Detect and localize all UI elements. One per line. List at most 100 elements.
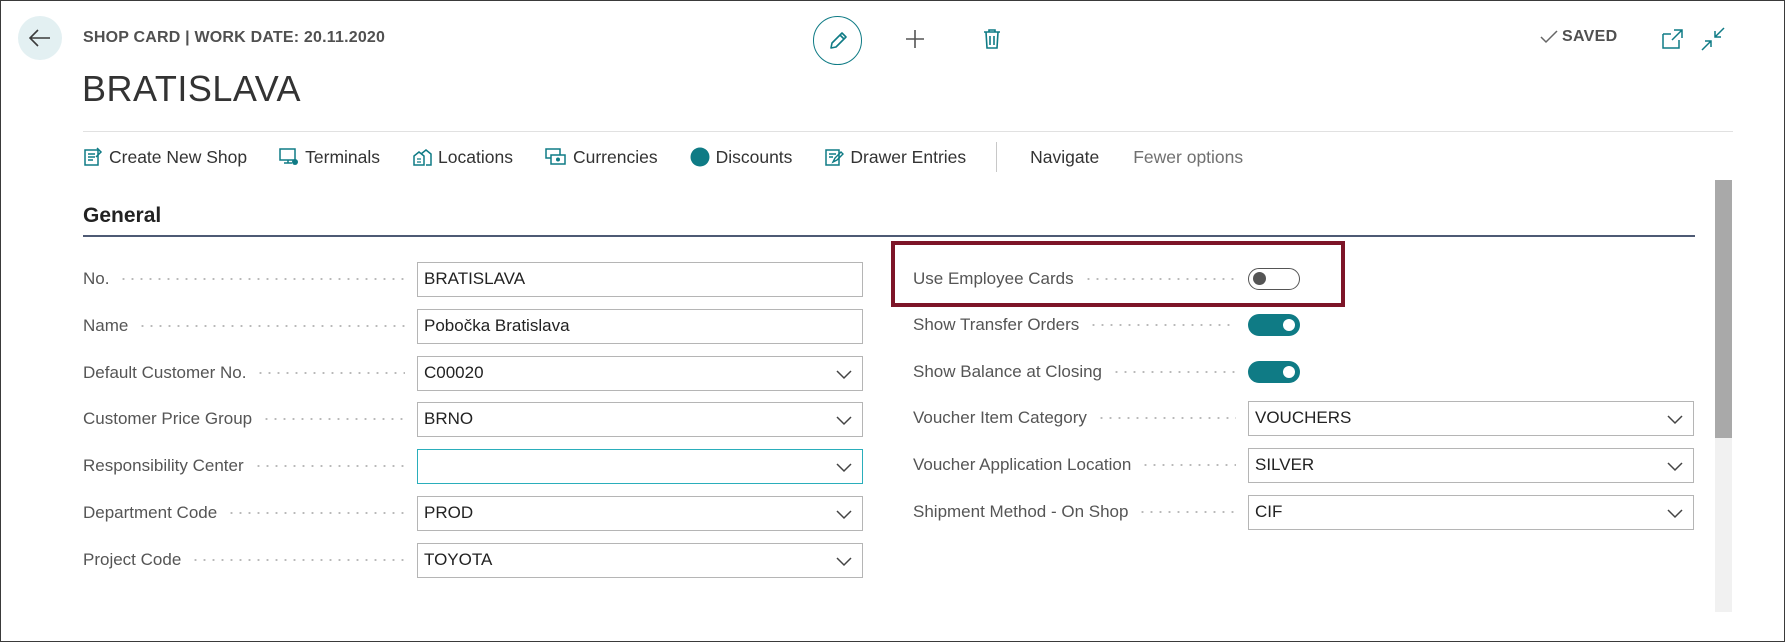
chevron-down-icon[interactable]	[836, 367, 852, 381]
leader-dots	[227, 512, 405, 514]
show-transfer-orders-toggle[interactable]	[1248, 314, 1300, 336]
scrollbar-thumb[interactable]	[1715, 180, 1732, 438]
navigate-action[interactable]: Navigate	[1030, 147, 1099, 168]
field-label: Show Transfer Orders	[913, 315, 1080, 334]
toggle-knob	[1283, 319, 1295, 331]
input-value: C00020	[424, 363, 484, 382]
leader-dots	[191, 559, 405, 561]
field-label: Responsibility Center	[83, 456, 244, 475]
action-label: Terminals	[305, 146, 381, 167]
field-label: Department Code	[83, 503, 218, 522]
navigate-label: Navigate	[1030, 146, 1100, 167]
field-label: Default Customer No.	[83, 363, 247, 382]
collapse-button[interactable]	[1700, 26, 1726, 52]
currencies-icon	[545, 148, 566, 165]
create-shop-icon	[84, 147, 103, 166]
create-new-shop-action[interactable]: Create New Shop	[83, 147, 247, 168]
input-value: CIF	[1255, 502, 1283, 521]
field-label: Customer Price Group	[83, 409, 253, 428]
page-title: BRATISLAVA	[82, 68, 302, 109]
leader-dots	[1083, 278, 1236, 280]
field-project-code: Project Code TOYOTA	[83, 542, 863, 578]
field-label: Use Employee Cards	[913, 269, 1074, 288]
chevron-down-icon[interactable]	[1667, 412, 1683, 426]
chevron-down-icon[interactable]	[836, 507, 852, 521]
no-input[interactable]: BRATISLAVA	[417, 261, 863, 297]
section-divider	[83, 235, 1695, 237]
toggle-knob	[1283, 366, 1295, 378]
delete-button[interactable]	[975, 22, 1009, 56]
fewer-options-label: Fewer options	[1133, 146, 1244, 167]
leader-dots	[138, 325, 405, 327]
terminal-icon	[279, 148, 299, 165]
locations-action[interactable]: Locations	[412, 147, 513, 168]
locations-icon	[413, 149, 432, 166]
use-employee-cards-toggle[interactable]	[1248, 268, 1300, 290]
back-arrow-icon	[29, 29, 50, 47]
action-label: Drawer Entries	[850, 146, 967, 167]
leader-dots	[1141, 464, 1236, 466]
input-value: PROD	[424, 503, 474, 522]
drawer-entries-action[interactable]: Drawer Entries	[824, 147, 966, 168]
back-button[interactable]	[18, 16, 62, 60]
field-label: Name	[83, 316, 129, 335]
action-label: Create New Shop	[109, 146, 248, 167]
field-show-transfer-orders: Show Transfer Orders	[913, 307, 1300, 343]
field-no: No. BRATISLAVA	[83, 261, 863, 297]
action-label: Discounts	[715, 146, 793, 167]
responsibility-center-select[interactable]	[417, 448, 863, 484]
default-customer-no-select[interactable]: C00020	[417, 355, 863, 391]
input-value: BRNO	[424, 409, 474, 428]
show-balance-at-closing-toggle[interactable]	[1248, 361, 1300, 383]
toggle-knob	[1253, 272, 1266, 285]
open-new-window-button[interactable]	[1660, 26, 1686, 52]
section-title-general[interactable]: General	[83, 204, 161, 228]
field-label: Voucher Application Location	[913, 455, 1132, 474]
field-department-code: Department Code PROD	[83, 495, 863, 531]
chevron-down-icon[interactable]	[836, 554, 852, 568]
action-bar: Create New Shop Terminals Locations Curr…	[83, 142, 1275, 172]
field-label: Show Balance at Closing	[913, 362, 1103, 381]
discounts-action[interactable]: Discounts	[690, 146, 793, 168]
chevron-down-icon[interactable]	[1667, 506, 1683, 520]
currencies-action[interactable]: Currencies	[545, 147, 658, 168]
collapse-icon	[1701, 27, 1725, 51]
field-name: Name Pobočka Bratislava	[83, 308, 863, 344]
terminals-action[interactable]: Terminals	[279, 147, 380, 168]
fewer-options-action[interactable]: Fewer options	[1133, 147, 1243, 168]
voucher-application-location-select[interactable]: SILVER	[1248, 447, 1694, 483]
header-divider	[83, 131, 1733, 132]
chevron-down-icon[interactable]	[1667, 459, 1683, 473]
drawer-entries-icon	[825, 149, 845, 166]
leader-dots	[1089, 324, 1236, 326]
leader-dots	[1138, 511, 1236, 513]
field-voucher-item-category: Voucher Item Category VOUCHERS	[913, 400, 1694, 436]
voucher-item-category-select[interactable]: VOUCHERS	[1248, 400, 1694, 436]
page-caption: SHOP CARD | WORK DATE: 20.11.2020	[83, 29, 386, 46]
new-button[interactable]	[898, 22, 932, 56]
department-code-select[interactable]: PROD	[417, 495, 863, 531]
name-input[interactable]: Pobočka Bratislava	[417, 308, 863, 344]
pencil-icon	[829, 31, 847, 49]
leader-dots	[119, 278, 405, 280]
action-separator	[996, 142, 998, 172]
edit-button[interactable]	[813, 16, 862, 65]
plus-icon	[906, 30, 924, 48]
customer-price-group-select[interactable]: BRNO	[417, 401, 863, 437]
shipment-method-on-shop-select[interactable]: CIF	[1248, 494, 1694, 530]
saved-label: SAVED	[1562, 28, 1618, 45]
input-value: TOYOTA	[424, 550, 493, 569]
leader-dots	[1112, 371, 1236, 373]
chevron-down-icon[interactable]	[836, 460, 852, 474]
field-responsibility-center: Responsibility Center	[83, 448, 863, 484]
action-label: Currencies	[572, 146, 658, 167]
chevron-down-icon[interactable]	[836, 413, 852, 427]
field-voucher-application-location: Voucher Application Location SILVER	[913, 447, 1694, 483]
field-label: No.	[83, 269, 110, 288]
field-show-balance-at-closing: Show Balance at Closing	[913, 354, 1300, 390]
input-value: BRATISLAVA	[424, 269, 526, 288]
project-code-select[interactable]: TOYOTA	[417, 542, 863, 578]
checkmark-icon	[1540, 30, 1558, 44]
discount-icon	[690, 147, 710, 167]
field-label: Shipment Method - On Shop	[913, 502, 1129, 521]
